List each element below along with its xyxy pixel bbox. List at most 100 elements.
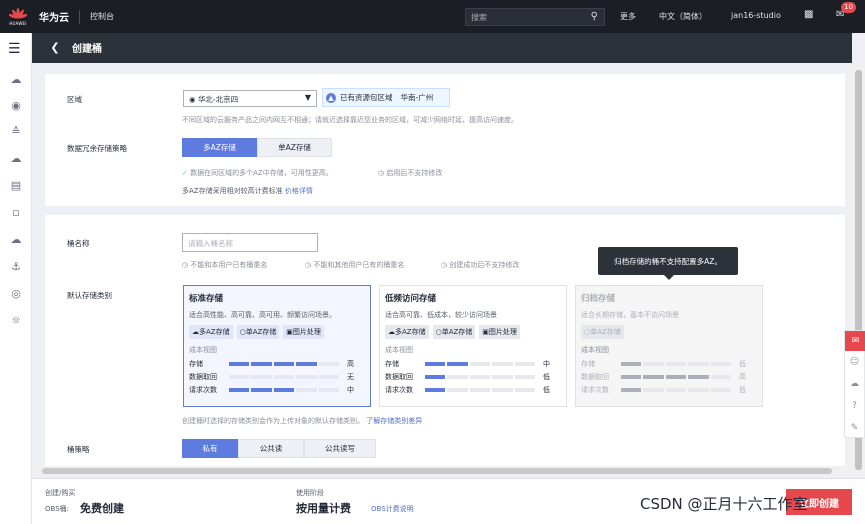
search-icon[interactable]: ⚲ [591, 11, 598, 22]
database-icon[interactable]: ▤ [9, 179, 23, 193]
thumb-icon: ▲ [326, 92, 336, 103]
more-menu[interactable]: 更多 [620, 11, 636, 22]
help-icon[interactable]: ? [845, 395, 864, 417]
cost-row: 数据取回无 [189, 372, 354, 381]
policy-public-rw-option[interactable]: 公共读写 [304, 439, 376, 458]
huawei-logo[interactable]: HUAWEI [3, 7, 33, 26]
redundancy-note-1: ✓ 数据在同区域的多个AZ中存储，可用性更高。 [182, 169, 333, 177]
cost-level-segment [229, 361, 250, 366]
cost-level-bar [425, 361, 536, 366]
user-menu[interactable]: jan16-studio [731, 11, 781, 20]
cost-row: 存储低 [581, 359, 746, 368]
region-select[interactable]: ◉ 华北-北京四 ▼ [183, 90, 317, 107]
cost-level-segment [318, 387, 340, 392]
cost-row: 请求次数中 [189, 385, 354, 394]
clock-icon: ◷ [378, 169, 385, 177]
storage-card-infrequent[interactable]: 低频访问存储 适合高可靠、低成本，较少访问场景 ☁多AZ存储 ○单AZ存储 ▣图… [379, 285, 567, 407]
search-input[interactable]: 搜索 ⚲ [465, 8, 605, 26]
language-menu[interactable]: 中文（简体） [659, 11, 707, 22]
cost-level-segment [469, 387, 491, 392]
title-bar: ❮ 创建桶 [32, 32, 852, 63]
storage-card-title: 归档存储 [581, 294, 616, 304]
cost-level-bar [621, 361, 732, 366]
hamburger-menu-icon[interactable]: ☰ [8, 41, 21, 57]
multi-az-option[interactable]: 多AZ存储 [182, 138, 257, 157]
cost-level-segment [621, 374, 642, 379]
brand-name[interactable]: 华为云 [39, 9, 69, 24]
price-detail-link[interactable]: 价格详情 [285, 187, 313, 195]
cost-level-segment [621, 361, 642, 366]
cost-level-segment [492, 361, 513, 366]
horizontal-scroll-thumb[interactable] [42, 468, 832, 474]
anchor-icon[interactable]: ⚓ [9, 260, 23, 274]
cloud-icon[interactable]: ☁ [9, 73, 23, 87]
cost-level-segment [229, 374, 250, 379]
cost-level-segment [643, 361, 664, 366]
chevron-down-icon: ▼ [304, 93, 311, 102]
redundancy-note-2: ◷ 启用后不支持修改 [378, 169, 443, 177]
notification-badge: 10 [841, 2, 856, 13]
storage-class-hint: 创建桶时选择的存储类别会作为上传对象的默认存储类别。 了解存储类别差异 [182, 417, 423, 425]
bucket-rule-1: ◷ 不能和本用户已有桶重名 [182, 261, 268, 269]
cloud-storage-icon[interactable]: ☁ [9, 152, 23, 166]
cost-level-bar [621, 387, 732, 392]
cost-level-segment [273, 374, 295, 379]
cloud-upload-icon[interactable]: ☁ [845, 373, 864, 395]
storage-card-desc: 适合高可靠、低成本，较少访问场景 [385, 311, 497, 319]
bucket-name-placeholder: 请输入桶名称 [188, 239, 233, 248]
globe-icon[interactable]: ◎ [9, 287, 23, 301]
obs-label: OBS桶: [45, 505, 69, 513]
policy-segment: 私有 公共读 公共读写 [182, 439, 376, 458]
cloud-outline-icon[interactable]: ☁ [9, 233, 23, 247]
cost-row: 请求次数低 [385, 385, 550, 394]
terminal-icon[interactable]: ▩ [804, 9, 813, 20]
cost-level-segment [514, 387, 536, 392]
cost-view-label: 成本视图 [385, 346, 413, 354]
bucket-rule-2: ◷ 不能和其他用户已有的桶重名 [305, 261, 405, 269]
cost-view-label: 成本视图 [189, 346, 217, 354]
cost-level-segment [318, 361, 340, 366]
console-link[interactable]: 控制台 [90, 11, 114, 22]
policy-public-read-option[interactable]: 公共读 [238, 439, 304, 458]
billing-link[interactable]: OBS计费说明 [371, 504, 414, 514]
cost-level-segment [665, 374, 687, 379]
cost-level-segment [229, 387, 250, 392]
cost-level-bar [621, 374, 732, 379]
compass-icon[interactable]: ☼ [9, 314, 23, 328]
policy-private-option[interactable]: 私有 [182, 439, 238, 458]
cost-level-segment [621, 387, 642, 392]
storage-class-diff-link[interactable]: 了解存储类别差异 [366, 417, 422, 425]
cost-level-segment [710, 374, 732, 379]
bucket-name-input[interactable]: 请输入桶名称 [182, 233, 318, 252]
nodes-icon[interactable]: ◉ [9, 99, 23, 113]
package-region-tag: ▲ 已有资源包区域 华南-广州 [322, 88, 450, 107]
m-chart-icon[interactable]: ≙ [9, 125, 23, 139]
redundancy-price-hint: 多AZ存储采用相对较高计费标准 价格详情 [182, 187, 313, 195]
location-pin-icon: ◉ [189, 95, 196, 104]
chat-icon[interactable]: ☺ [845, 351, 864, 373]
edit-icon[interactable]: ✎ [845, 417, 864, 439]
back-arrow-icon[interactable]: ❮ [42, 32, 68, 63]
cost-level-segment [425, 387, 446, 392]
cost-level-segment [273, 361, 295, 366]
feedback-icon[interactable]: ✉ [845, 331, 865, 351]
huawei-flower-icon [9, 7, 27, 19]
feature-chip: ☁多AZ存储 [385, 325, 429, 339]
single-az-option[interactable]: 单AZ存储 [257, 138, 332, 157]
cost-level-bar [425, 387, 536, 392]
watermark: CSDN @正月十六工作室 [640, 495, 808, 513]
cost-row: 请求次数低 [581, 385, 746, 394]
cost-level-segment [688, 387, 709, 392]
create-label: 创建/购买 [45, 489, 76, 497]
document-icon[interactable]: ▫ [9, 206, 23, 220]
cost-level-segment [514, 361, 536, 366]
storage-class-label: 默认存储类别 [67, 291, 112, 300]
cost-level-segment [665, 361, 687, 366]
storage-card-standard[interactable]: 标准存储 适合高性能、高可靠、高可用、频繁访问场景。 ☁多AZ存储 ○单AZ存储… [183, 285, 371, 407]
cost-level-segment [273, 387, 295, 392]
cost-level-bar [229, 374, 340, 379]
policy-label: 桶策略 [67, 445, 90, 454]
cost-level-segment [492, 374, 513, 379]
region-value: 华北-北京四 [197, 95, 239, 104]
feature-chip: ☁多AZ存储 [189, 325, 233, 339]
